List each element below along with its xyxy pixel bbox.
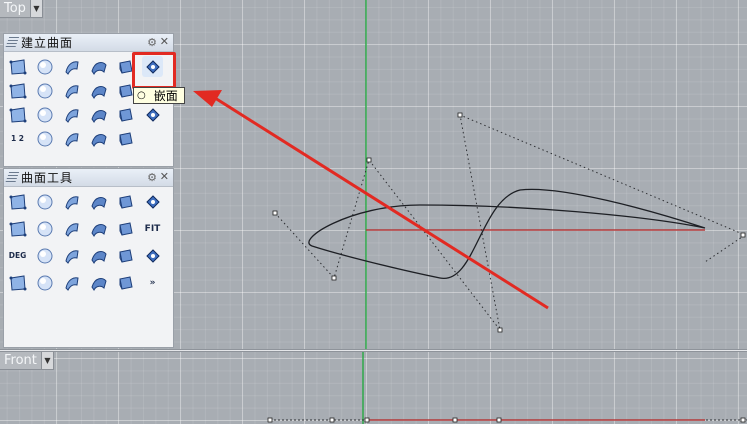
surface-tools-panel: 曲面工具 ⚙ ✕ FIT DEG » [3, 168, 174, 348]
close-icon[interactable]: ✕ [160, 35, 169, 48]
extend-icon[interactable] [7, 191, 28, 212]
unroll-icon[interactable] [88, 245, 109, 266]
panel-title: 建立曲面 [21, 36, 74, 50]
top-viewport-label[interactable]: Top ▼ [0, 0, 43, 18]
box-icon[interactable] [7, 104, 28, 125]
overflow-icon[interactable]: » [142, 272, 163, 293]
tool-label: 1 2 [10, 133, 25, 143]
degree-icon[interactable]: DEG [7, 245, 28, 266]
heightfield-icon[interactable] [88, 128, 109, 149]
control-point [331, 275, 337, 281]
blend-surface-icon[interactable] [115, 191, 136, 212]
chamfer-icon[interactable] [61, 191, 82, 212]
solid-icon[interactable] [34, 272, 55, 293]
fit-icon[interactable]: FIT [142, 218, 163, 239]
tooltip-icon: ○ [137, 90, 146, 101]
close-icon[interactable]: ✕ [160, 170, 169, 183]
rebuild-icon[interactable] [34, 218, 55, 239]
tool-label: FIT [144, 223, 161, 234]
control-point [497, 327, 503, 333]
sweep-icon[interactable] [88, 56, 109, 77]
fillet-icon[interactable] [34, 191, 55, 212]
split-icon[interactable] [88, 218, 109, 239]
pyramid-icon[interactable] [88, 104, 109, 125]
check-icon[interactable] [115, 218, 136, 239]
revolve-icon[interactable] [142, 104, 163, 125]
gear-icon[interactable]: ⚙ [147, 171, 157, 184]
shrink-icon[interactable] [61, 218, 82, 239]
control-point [457, 112, 463, 118]
create-surface-panel-titlebar[interactable]: 建立曲面 ⚙ ✕ [4, 34, 173, 52]
curve-1-2-icon[interactable]: 1 2 [7, 128, 28, 149]
cylinder-icon[interactable] [34, 104, 55, 125]
annotation-arrow-line [214, 96, 549, 310]
offset-icon[interactable] [88, 191, 109, 212]
cone-icon[interactable] [61, 104, 82, 125]
point-grid-icon[interactable] [115, 128, 136, 149]
control-point [272, 210, 278, 216]
front-viewport[interactable]: Front ▼ [0, 352, 747, 424]
edge-surface-icon[interactable] [61, 80, 82, 101]
analysis-icon[interactable] [115, 245, 136, 266]
match-icon[interactable] [142, 191, 163, 212]
gear-icon[interactable]: ⚙ [147, 36, 157, 49]
edge-tool-icon[interactable] [61, 245, 82, 266]
tool-tooltip: ○ 嵌面 [133, 87, 185, 104]
viewport-title: Front [0, 352, 41, 369]
more-icon[interactable] [142, 245, 163, 266]
merge-icon[interactable] [7, 218, 28, 239]
front-viewport-scene [267, 352, 747, 424]
surface-tools-panel-titlebar[interactable]: 曲面工具 ⚙ ✕ [4, 169, 173, 187]
knife-icon[interactable] [88, 272, 109, 293]
drag-grip-icon[interactable] [4, 36, 20, 49]
uv-icon[interactable] [34, 245, 55, 266]
sphere-icon[interactable] [34, 56, 55, 77]
surface-tools-grid: FIT DEG » [4, 187, 173, 297]
surface-from-points-icon[interactable] [7, 56, 28, 77]
empty-slot [142, 128, 163, 149]
viewport-menu-arrow-icon[interactable]: ▼ [40, 352, 53, 369]
curve [308, 188, 706, 279]
loft-tool-icon[interactable] [61, 56, 82, 77]
panel-title: 曲面工具 [21, 171, 74, 185]
tool-label: DEG [8, 250, 27, 260]
drape-icon[interactable] [61, 128, 82, 149]
gumball-icon[interactable] [115, 272, 136, 293]
plane-icon[interactable] [7, 80, 28, 101]
control-point [740, 232, 746, 238]
front-viewport-label[interactable]: Front ▼ [0, 352, 54, 370]
loft-tool-highlight [132, 52, 176, 89]
drag-grip-icon[interactable] [4, 171, 20, 184]
tool-label: » [149, 277, 156, 288]
viewport-title: Top [0, 0, 30, 17]
rectangle-surface-icon[interactable] [34, 80, 55, 101]
control-point [366, 157, 372, 163]
tube-icon[interactable] [115, 104, 136, 125]
blend-icon[interactable] [34, 128, 55, 149]
tooltip-text: 嵌面 [153, 89, 178, 103]
network-surface-icon[interactable] [88, 80, 109, 101]
surface-edit-icon[interactable] [61, 272, 82, 293]
viewport-menu-arrow-icon[interactable]: ▼ [29, 0, 42, 17]
point-on-icon[interactable] [7, 272, 28, 293]
